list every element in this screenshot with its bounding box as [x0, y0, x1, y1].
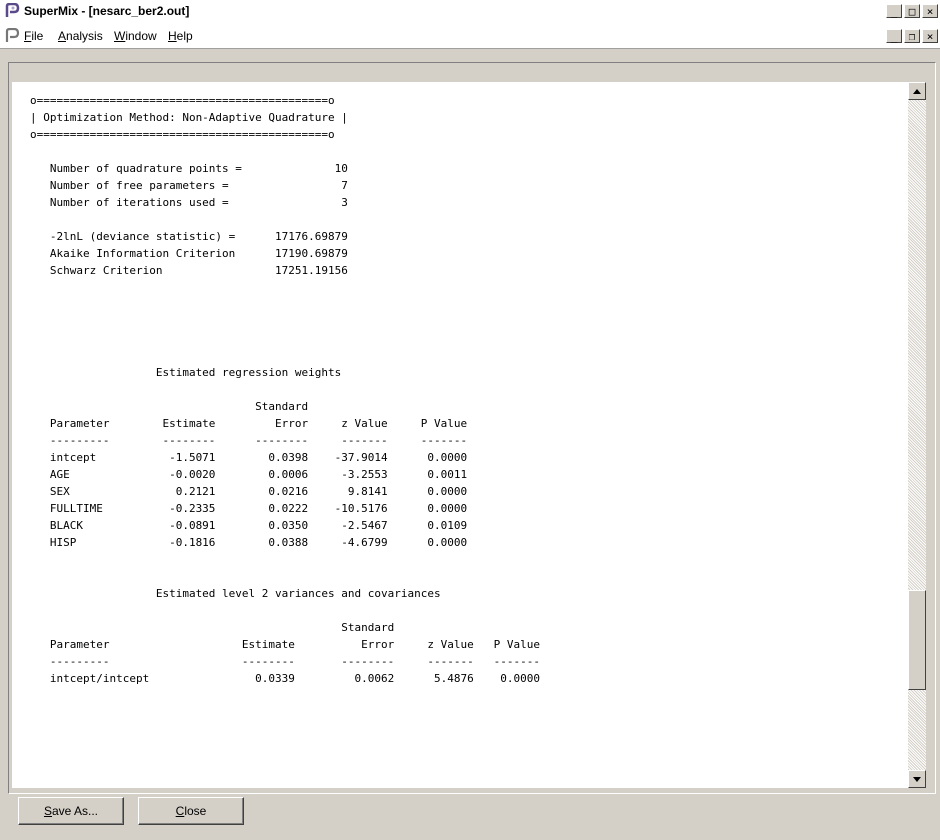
output-line: AGE -0.0020 0.0006 -3.2553 0.0011 — [30, 468, 468, 481]
menu-help[interactable]: Help — [168, 29, 193, 43]
save-as-button[interactable]: Save As... — [18, 797, 124, 825]
output-line: SEX 0.2121 0.0216 9.8141 0.0000 — [30, 485, 468, 498]
app-window-controls: _ □ × — [886, 4, 938, 18]
output-line: Number of quadrature points = 10 — [30, 162, 348, 175]
menu-analysis[interactable]: Analysis — [58, 29, 103, 43]
output-line: Estimated regression weights — [30, 366, 342, 379]
output-text: o=======================================… — [12, 82, 908, 687]
menu-window[interactable]: Window — [114, 29, 157, 43]
output-line: --------- -------- -------- ------- ----… — [30, 655, 540, 668]
output-line: HISP -0.1816 0.0388 -4.6799 0.0000 — [30, 536, 468, 549]
output-line: | Optimization Method: Non-Adaptive Quad… — [30, 111, 348, 124]
scroll-thumb[interactable] — [908, 590, 926, 691]
output-line: --------- -------- -------- ------- ----… — [30, 434, 468, 447]
arrow-up-icon — [913, 88, 921, 94]
doc-restore-button[interactable]: ❐ — [904, 29, 920, 43]
output-line: -2lnL (deviance statistic) = 17176.69879 — [30, 230, 348, 243]
scroll-up-button[interactable] — [908, 82, 926, 100]
maximize-button[interactable]: □ — [904, 4, 920, 18]
output-line: intcept/intcept 0.0339 0.0062 5.4876 0.0… — [30, 672, 540, 685]
close-window-button[interactable]: × — [922, 4, 938, 18]
close-label: Close — [175, 804, 207, 818]
output-line: Parameter Estimate Error z Value P Value — [30, 638, 540, 651]
output-line: Akaike Information Criterion 17190.69879 — [30, 247, 348, 260]
title-bar[interactable]: SuperMix - [nesarc_ber2.out] _ □ × — [0, 0, 940, 25]
output-line: BLACK -0.0891 0.0350 -2.5467 0.0109 — [30, 519, 468, 532]
output-line: Schwarz Criterion 17251.19156 — [30, 264, 348, 277]
output-line: o=======================================… — [30, 128, 335, 141]
output-line: Number of iterations used = 3 — [30, 196, 348, 209]
scroll-down-button[interactable] — [908, 770, 926, 788]
menu-bar: File Analysis Window Help _ ❐ × — [0, 24, 940, 49]
close-button[interactable]: Close — [138, 797, 244, 825]
output-line: Standard — [30, 400, 309, 413]
supermix-app-icon — [5, 3, 20, 17]
output-text-pane[interactable]: o=======================================… — [12, 82, 908, 788]
minimize-button[interactable]: _ — [886, 4, 902, 18]
menu-file[interactable]: File — [24, 29, 43, 43]
output-line: FULLTIME -0.2335 0.0222 -10.5176 0.0000 — [30, 502, 468, 515]
output-line: Number of free parameters = 7 — [30, 179, 348, 192]
document-window-controls: _ ❐ × — [886, 29, 938, 43]
doc-minimize-button[interactable]: _ — [886, 29, 902, 43]
doc-close-button[interactable]: × — [922, 29, 938, 43]
output-line: Estimated level 2 variances and covarian… — [30, 587, 441, 600]
output-line: Standard — [30, 621, 395, 634]
output-line: intcept -1.5071 0.0398 -37.9014 0.0000 — [30, 451, 468, 464]
output-line: o=======================================… — [30, 94, 335, 107]
output-line: Parameter Estimate Error z Value P Value — [30, 417, 468, 430]
window-title: SuperMix - [nesarc_ber2.out] — [24, 4, 190, 18]
save-as-label: Save As... — [43, 804, 99, 818]
arrow-down-icon — [913, 776, 921, 782]
document-icon — [5, 28, 20, 42]
vertical-scrollbar[interactable] — [908, 82, 926, 788]
